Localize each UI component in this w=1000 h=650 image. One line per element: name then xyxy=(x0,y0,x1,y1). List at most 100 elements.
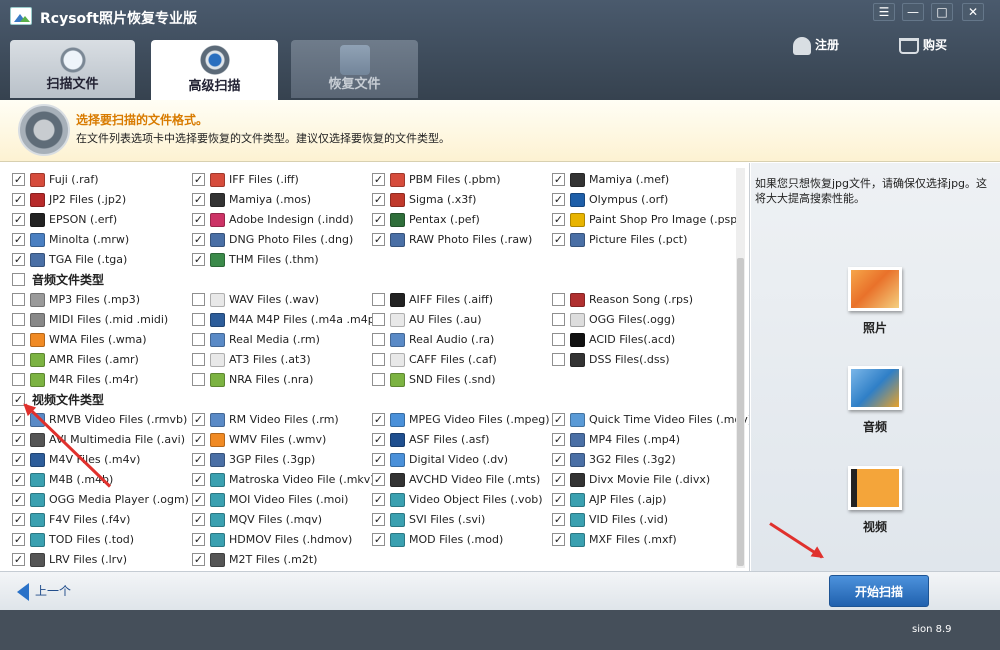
minimize-button[interactable]: — xyxy=(902,3,924,21)
magnifier-icon xyxy=(57,45,88,75)
checkbox[interactable] xyxy=(12,313,25,326)
checkbox[interactable]: ✓ xyxy=(552,453,565,466)
checkbox[interactable] xyxy=(372,353,385,366)
checkbox[interactable]: ✓ xyxy=(372,413,385,426)
checkbox[interactable] xyxy=(372,293,385,306)
category-label: 音频 xyxy=(862,420,887,434)
checkbox[interactable]: ✓ xyxy=(552,473,565,486)
previous-button[interactable]: 上一个 xyxy=(17,581,71,601)
checkbox[interactable]: ✓ xyxy=(372,233,385,246)
info-description: 在文件列表选项卡中选择要恢复的文件类型。建议仅选择要恢复的文件类型。 xyxy=(76,132,450,145)
checkbox[interactable]: ✓ xyxy=(12,473,25,486)
checkbox[interactable]: ✓ xyxy=(192,533,205,546)
cart-icon xyxy=(899,37,919,54)
category-photos[interactable]: 照片 xyxy=(847,267,903,336)
checkbox[interactable] xyxy=(372,373,385,386)
file-type-label: PBM Files (.pbm) xyxy=(409,173,501,186)
category-video[interactable]: 视频 xyxy=(847,466,903,535)
checkbox[interactable]: ✓ xyxy=(372,473,385,486)
checkbox[interactable] xyxy=(192,373,205,386)
checkbox[interactable]: ✓ xyxy=(372,453,385,466)
checkbox[interactable]: ✓ xyxy=(372,173,385,186)
register-button[interactable]: 注册 xyxy=(793,36,839,55)
checkbox[interactable] xyxy=(192,353,205,366)
file-type-label: HDMOV Files (.hdmov) xyxy=(229,533,353,546)
checkbox[interactable]: ✓ xyxy=(12,433,25,446)
checkbox[interactable]: ✓ xyxy=(372,193,385,206)
footer-bar: sion 8.9 xyxy=(0,610,1000,650)
file-type-label: WMV Files (.wmv) xyxy=(229,433,327,446)
checkbox[interactable]: ✓ xyxy=(12,173,25,186)
checkbox[interactable] xyxy=(192,293,205,306)
checkbox[interactable] xyxy=(12,293,25,306)
scrollbar-thumb[interactable] xyxy=(737,258,744,566)
checkbox[interactable]: ✓ xyxy=(12,193,25,206)
checkbox[interactable]: ✓ xyxy=(192,513,205,526)
checkbox[interactable]: ✓ xyxy=(12,413,25,426)
checkbox[interactable]: ✓ xyxy=(552,513,565,526)
file-type-icon xyxy=(210,253,225,267)
maximize-button[interactable]: □ xyxy=(931,3,953,21)
checkbox[interactable]: ✓ xyxy=(372,513,385,526)
checkbox[interactable]: ✓ xyxy=(552,433,565,446)
tab-advanced-scan[interactable]: 高级扫描 xyxy=(151,40,278,100)
category-audio[interactable]: 音频 xyxy=(847,366,903,435)
file-type-label: AJP Files (.ajp) xyxy=(589,493,667,506)
checkbox[interactable]: ✓ xyxy=(192,173,205,186)
checkbox[interactable]: ✓ xyxy=(12,533,25,546)
start-scan-button[interactable]: 开始扫描 xyxy=(829,575,929,607)
checkbox[interactable] xyxy=(12,373,25,386)
checkbox[interactable] xyxy=(192,333,205,346)
file-type-icon xyxy=(210,233,225,247)
tab-label: 高级扫描 xyxy=(188,79,241,94)
checkbox[interactable]: ✓ xyxy=(12,213,25,226)
checkbox[interactable]: ✓ xyxy=(192,553,205,566)
checkbox[interactable]: ✓ xyxy=(552,533,565,546)
checkbox[interactable]: ✓ xyxy=(192,473,205,486)
checkbox[interactable]: ✓ xyxy=(192,193,205,206)
checkbox[interactable] xyxy=(552,313,565,326)
checkbox[interactable] xyxy=(552,353,565,366)
menu-icon[interactable]: ☰ xyxy=(873,3,895,21)
checkbox[interactable]: ✓ xyxy=(192,413,205,426)
checkbox[interactable]: ✓ xyxy=(192,233,205,246)
checkbox[interactable]: ✓ xyxy=(552,413,565,426)
checkbox[interactable]: ✓ xyxy=(372,433,385,446)
file-type-label: SND Files (.snd) xyxy=(409,373,496,386)
checkbox[interactable]: ✓ xyxy=(192,213,205,226)
checkbox[interactable]: ✓ xyxy=(192,493,205,506)
checkbox[interactable]: ✓ xyxy=(192,433,205,446)
tab-recover-files[interactable]: 恢复文件 xyxy=(291,40,418,98)
checkbox[interactable]: ✓ xyxy=(552,233,565,246)
checkbox[interactable]: ✓ xyxy=(12,453,25,466)
title-bar: Rcysoft照片恢复专业版 ☰ — □ ✕ 扫描文件 高级扫描 恢复文件 注册… xyxy=(0,0,1000,100)
checkbox[interactable]: ✓ xyxy=(372,493,385,506)
checkbox[interactable]: ✓ xyxy=(12,493,25,506)
checkbox[interactable]: ✓ xyxy=(12,233,25,246)
checkbox[interactable] xyxy=(12,353,25,366)
checkbox[interactable] xyxy=(552,333,565,346)
checkbox[interactable]: ✓ xyxy=(12,553,25,566)
checkbox[interactable]: ✓ xyxy=(372,213,385,226)
checkbox[interactable]: ✓ xyxy=(552,193,565,206)
checkbox[interactable]: ✓ xyxy=(552,213,565,226)
checkbox[interactable]: ✓ xyxy=(372,533,385,546)
file-type-icon xyxy=(570,493,585,507)
checkbox[interactable] xyxy=(552,293,565,306)
checkbox[interactable]: ✓ xyxy=(192,453,205,466)
file-type-icon xyxy=(210,433,225,447)
checkbox[interactable]: ✓ xyxy=(12,253,25,266)
checkbox[interactable] xyxy=(192,313,205,326)
close-button[interactable]: ✕ xyxy=(962,3,984,21)
checkbox[interactable]: ✓ xyxy=(552,173,565,186)
checkbox[interactable] xyxy=(12,333,25,346)
checkbox[interactable] xyxy=(372,313,385,326)
file-type-label: Real Audio (.ra) xyxy=(409,333,495,346)
checkbox[interactable]: ✓ xyxy=(12,513,25,526)
checkbox[interactable] xyxy=(12,273,25,286)
buy-button[interactable]: 购买 xyxy=(899,36,947,54)
tab-scan-files[interactable]: 扫描文件 xyxy=(10,40,135,98)
checkbox[interactable] xyxy=(372,333,385,346)
checkbox[interactable]: ✓ xyxy=(552,493,565,506)
checkbox[interactable]: ✓ xyxy=(192,253,205,266)
